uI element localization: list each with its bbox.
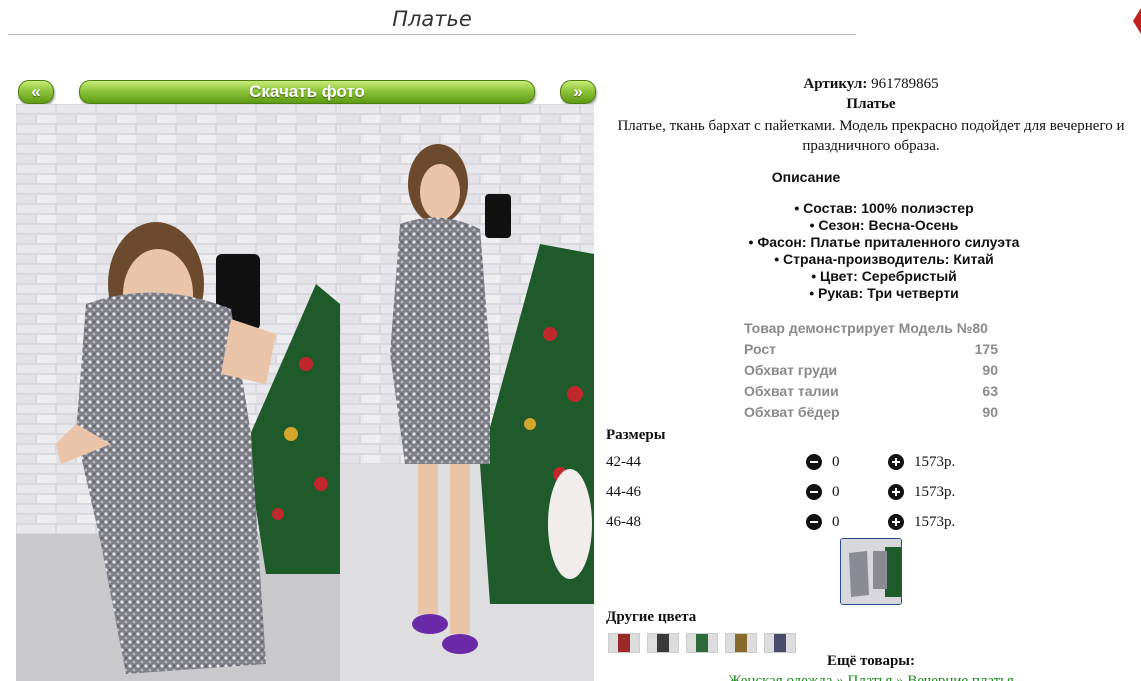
size-row: 42-44 0 1573р. (606, 451, 966, 473)
size-price: 1573р. (914, 484, 956, 500)
model-row-value: 63 (982, 383, 998, 399)
photo-panel-left (16, 104, 340, 681)
size-label: 44-46 (606, 484, 641, 500)
article-line: Артикул: 961789865 (604, 76, 1138, 93)
size-row: 44-46 0 1573р. (606, 481, 966, 503)
properties-list: Состав: 100% полиэстер Сезон: Весна-Осен… (704, 200, 1064, 302)
description-heading: Описание (771, 169, 841, 185)
color-variant-thumbnail[interactable] (647, 633, 679, 653)
title-divider (8, 34, 856, 35)
property-item: Страна-производитель: Китай (704, 251, 1064, 268)
model-row-value: 90 (982, 404, 998, 420)
next-photo-button[interactable]: » (560, 80, 596, 104)
size-row: 46-48 0 1573р. (606, 511, 966, 533)
more-products-links: Женская одежда » Платья » Вечерние плать… (604, 673, 1138, 681)
model-row: Рост 175 (744, 339, 998, 360)
more-products-heading: Ещё товары: (826, 653, 916, 669)
property-item: Цвет: Серебристый (704, 268, 1064, 285)
other-colors-heading: Другие цвета (606, 609, 697, 625)
plus-icon[interactable] (888, 514, 904, 530)
photo-panel-right (340, 104, 594, 681)
article-label: Артикул: (803, 76, 868, 92)
download-photo-button[interactable]: Скачать фото (79, 80, 535, 104)
sizes-heading: Размеры (606, 427, 666, 443)
model-row-label: Обхват груди (744, 362, 838, 378)
color-variant-thumbnail[interactable] (608, 633, 640, 653)
model-row-label: Рост (744, 341, 776, 357)
article-value: 961789865 (871, 76, 939, 92)
color-variant-thumbnail[interactable] (725, 633, 757, 653)
model-row-value: 175 (974, 341, 998, 357)
size-qty: 0 (832, 484, 840, 500)
size-price: 1573р. (914, 454, 956, 470)
plus-icon[interactable] (888, 484, 904, 500)
product-name: Платье (846, 96, 896, 112)
category-link[interactable]: Вечерние платья (907, 673, 1014, 681)
plus-icon[interactable] (888, 454, 904, 470)
model-params: Товар демонстрирует Модель №80 Рост 175 О… (744, 318, 998, 423)
product-description: Платье, ткань бархат с пайетками. Модель… (617, 118, 1125, 154)
minus-icon[interactable] (806, 484, 822, 500)
color-variant-thumbnail[interactable] (764, 633, 796, 653)
property-item: Рукав: Три четверти (704, 285, 1064, 302)
category-link[interactable]: Женская одежда (728, 673, 832, 681)
model-row: Обхват груди 90 (744, 360, 998, 381)
model-row: Обхват бёдер 90 (744, 402, 998, 423)
size-qty: 0 (832, 514, 840, 530)
model-heading-text: Товар демонстрирует Модель №80 (744, 320, 988, 336)
model-row-value: 90 (982, 362, 998, 378)
corner-arrow-icon[interactable] (1133, 8, 1141, 34)
size-qty: 0 (832, 454, 840, 470)
prev-photo-button[interactable]: « (18, 80, 54, 104)
photo-thumbnail[interactable] (840, 538, 902, 605)
model-heading: Товар демонстрирует Модель №80 (744, 318, 998, 339)
size-price: 1573р. (914, 514, 956, 530)
other-colors-list (608, 633, 796, 653)
category-link[interactable]: Платья (847, 673, 892, 681)
size-label: 42-44 (606, 454, 641, 470)
color-variant-thumbnail[interactable] (686, 633, 718, 653)
model-row-label: Обхват талии (744, 383, 839, 399)
page-title: Платье (392, 7, 472, 31)
minus-icon[interactable] (806, 514, 822, 530)
product-photo (16, 104, 594, 681)
minus-icon[interactable] (806, 454, 822, 470)
size-label: 46-48 (606, 514, 641, 530)
property-item: Состав: 100% полиэстер (704, 200, 1064, 217)
property-item: Сезон: Весна-Осень (704, 217, 1064, 234)
model-row-label: Обхват бёдер (744, 404, 840, 420)
property-item: Фасон: Платье приталенного силуэта (704, 234, 1064, 251)
model-row: Обхват талии 63 (744, 381, 998, 402)
